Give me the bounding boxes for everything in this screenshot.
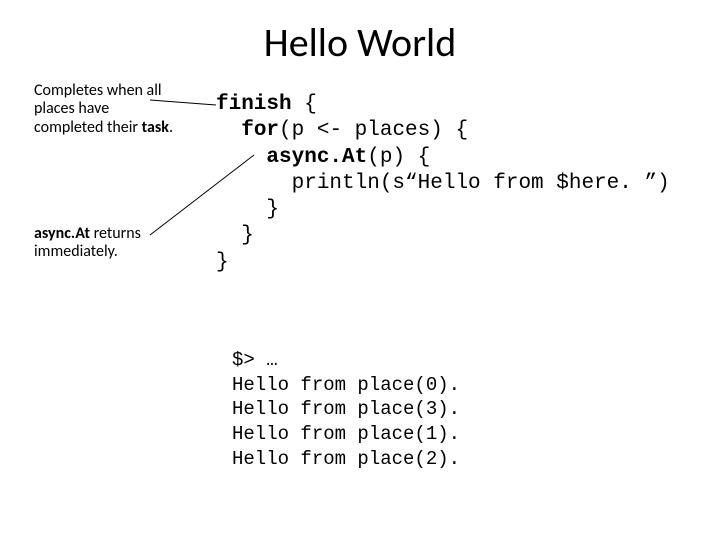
- output-l4: Hello from place(1).: [232, 423, 460, 445]
- code-block: finish { for(p <- places) { async.At(p) …: [216, 92, 670, 276]
- output-l1: $> …: [232, 349, 278, 371]
- code-l3-indent: [216, 146, 266, 169]
- code-l2-rest: (p <- places) {: [279, 119, 468, 142]
- output-block: $> … Hello from place(0). Hello from pla…: [232, 348, 460, 471]
- code-kw-finish: finish: [216, 93, 292, 116]
- code-l4: println(s“Hello from $here. ”): [216, 172, 670, 195]
- annotation-asyncat: async.At returns immediately.: [34, 225, 174, 262]
- code-l3-rest: (p) {: [367, 146, 430, 169]
- annotation-finish-bold: task: [142, 118, 169, 137]
- code-l2-indent: [216, 119, 241, 142]
- code-l6: }: [216, 224, 254, 247]
- code-l1-rest: {: [292, 93, 317, 116]
- annotation-finish: Completes when all places have completed…: [34, 82, 174, 137]
- annotation-finish-text2: .: [169, 118, 173, 137]
- code-l5: }: [216, 198, 279, 221]
- output-l5: Hello from place(2).: [232, 448, 460, 470]
- code-kw-asyncat: async.At: [266, 146, 367, 169]
- code-kw-for: for: [241, 119, 279, 142]
- code-l7: }: [216, 251, 229, 274]
- annotation-asyncat-bold: async.At: [34, 224, 90, 243]
- output-l3: Hello from place(3).: [232, 398, 460, 420]
- output-l2: Hello from place(0).: [232, 374, 460, 396]
- slide-title: Hello World: [0, 18, 720, 67]
- slide: Hello World Completes when all places ha…: [0, 0, 720, 540]
